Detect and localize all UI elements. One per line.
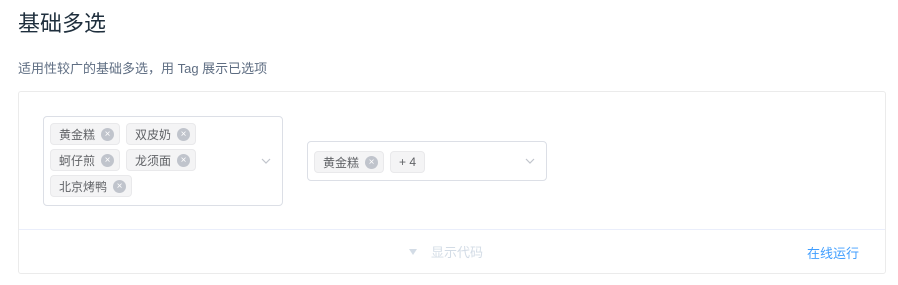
multi-select-collapsed[interactable]: 黄金糕 × + 4 (307, 141, 547, 181)
close-icon[interactable]: × (101, 127, 115, 141)
selected-tags: 黄金糕 × + 4 (314, 149, 512, 175)
tag-huangjingao: 黄金糕 × (50, 123, 121, 145)
close-icon[interactable]: × (365, 155, 379, 169)
tag-huangjingao: 黄金糕 × (314, 151, 385, 173)
show-code-toggle[interactable]: 显示代码 (409, 242, 483, 261)
tag-shuangpinai: 双皮奶 × (126, 123, 197, 145)
tag-longxumian: 龙须面 × (126, 149, 197, 171)
close-icon[interactable]: × (113, 179, 127, 193)
tag-label: 黄金糕 (323, 155, 360, 170)
tag-label: 黄金糕 (59, 127, 96, 142)
close-icon[interactable]: × (177, 127, 191, 141)
chevron-down-icon[interactable] (260, 155, 272, 167)
chevron-down-icon[interactable] (524, 155, 536, 167)
close-icon[interactable]: × (101, 153, 115, 167)
run-online-link[interactable]: 在线运行 (807, 243, 859, 262)
tag-ezaijian: 蚵仔煎 × (50, 149, 121, 171)
tag-label: 蚵仔煎 (59, 153, 96, 168)
tag-label: 龙须面 (135, 153, 172, 168)
collapsed-count-tag: + 4 (390, 151, 426, 173)
demo-control-bar: 显示代码 在线运行 (19, 229, 885, 273)
caret-down-icon (409, 248, 417, 255)
selected-tags: 黄金糕 × 双皮奶 × 蚵仔煎 × 龙须面 × 北京烤鸭 × (50, 121, 248, 199)
tag-label: 双皮奶 (135, 127, 172, 142)
multi-select-basic[interactable]: 黄金糕 × 双皮奶 × 蚵仔煎 × 龙须面 × 北京烤鸭 × (43, 116, 283, 206)
demo-block: 黄金糕 × 双皮奶 × 蚵仔煎 × 龙须面 × 北京烤鸭 × 黄金糕 × + 4… (18, 91, 886, 274)
collapsed-count: + 4 (399, 155, 417, 169)
tag-label: 北京烤鸭 (59, 179, 108, 194)
tag-beijingkaoya: 北京烤鸭 × (50, 175, 133, 197)
show-code-label: 显示代码 (431, 245, 484, 260)
page-title: 基础多选 (18, 11, 107, 36)
page-description: 适用性较广的基础多选，用 Tag 展示已选项 (18, 61, 268, 76)
close-icon[interactable]: × (177, 153, 191, 167)
